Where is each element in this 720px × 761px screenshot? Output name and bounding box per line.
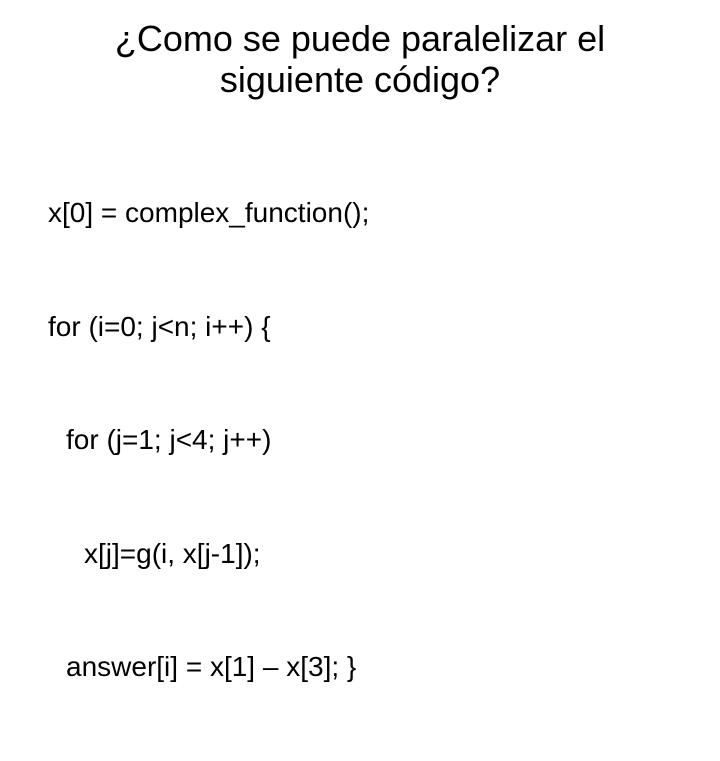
code-line-3: for (j=1; j<4; j++) [48,421,720,459]
title-line-1: ¿Como se puede paralelizar el [115,18,605,59]
slide-title: ¿Como se puede paralelizar el siguiente … [0,0,720,101]
code-line-2: for (i=0; j<n; i++) { [48,308,720,346]
code-block: x[0] = complex_function(); for (i=0; j<n… [0,101,720,761]
code-line-4: x[j]=g(i, x[j-1]); [48,535,720,573]
code-line-5: answer[i] = x[1] – x[3]; } [48,648,720,686]
title-line-2: siguiente código? [220,59,500,100]
slide: ¿Como se puede paralelizar el siguiente … [0,0,720,540]
code-line-1: x[0] = complex_function(); [48,194,720,232]
